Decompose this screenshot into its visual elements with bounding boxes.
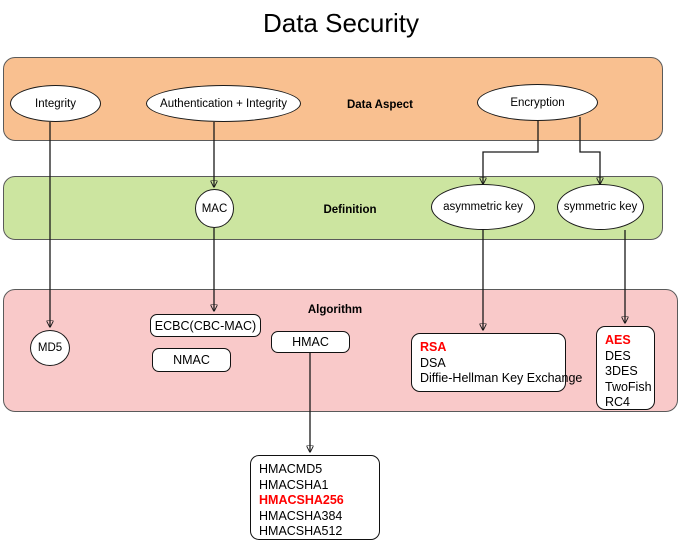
node-integrity[interactable]: Integrity: [10, 85, 101, 122]
node-ecbc[interactable]: ECBC(CBC-MAC): [150, 314, 261, 337]
node-nmac-label: NMAC: [173, 353, 210, 367]
node-symmetric-key-label: symmetric key: [563, 201, 638, 213]
edge-encryption-symmetric: [579, 117, 600, 184]
node-authentication-integrity[interactable]: Authentication + Integrity: [146, 85, 301, 122]
hmac-variant-item: HMACSHA384: [259, 508, 343, 523]
node-asymmetric-key[interactable]: asymmetric key: [431, 184, 535, 230]
hmac-variant-item: HMACMD5: [259, 462, 323, 476]
hmac-variant-item: HMACSHA1: [259, 477, 329, 492]
symmetric-algorithm-item: AES: [605, 333, 631, 347]
asymmetric-algorithm-item: RSA: [420, 340, 447, 354]
node-hmac-label: HMAC: [292, 335, 329, 349]
hmac-variants-box[interactable]: HMACMD5 HMACSHA1 HMACSHA256 HMACSHA384 HMACS…: [250, 455, 380, 540]
node-encryption[interactable]: Encryption: [477, 84, 598, 121]
node-authentication-integrity-label: Authentication + Integrity: [160, 97, 287, 110]
asymmetric-algorithm-item: Diffie-Hellman Key Exchange: [420, 371, 583, 385]
node-symmetric-key[interactable]: symmetric key: [557, 184, 644, 230]
symmetric-algorithm-item: TwoFish: [605, 379, 652, 394]
symmetric-algorithm-item: RC4: [605, 395, 631, 409]
node-md5[interactable]: MD5: [30, 330, 70, 366]
node-mac-label: MAC: [201, 202, 228, 215]
symmetric-algorithm-item: DES: [605, 348, 631, 363]
node-hmac[interactable]: HMAC: [271, 331, 350, 353]
node-mac[interactable]: MAC: [195, 189, 234, 228]
edge-encryption-asymmetric: [483, 119, 539, 184]
node-ecbc-label: ECBC(CBC-MAC): [154, 318, 257, 333]
node-asymmetric-key-label: asymmetric key: [443, 201, 523, 213]
node-nmac[interactable]: NMAC: [152, 348, 231, 372]
hmac-variant-item: HMACSHA512: [259, 524, 343, 538]
asymmetric-algorithm-item: DSA: [420, 355, 446, 370]
asymmetric-algorithms-box[interactable]: RSA DSA Diffie-Hellman Key Exchange: [411, 333, 583, 392]
node-md5-label: MD5: [37, 342, 63, 354]
symmetric-algorithm-item: 3DES: [605, 364, 638, 378]
hmac-variant-item: HMACSHA256: [259, 493, 344, 507]
symmetric-algorithms-box[interactable]: AES DES 3DES TwoFish RC4: [596, 326, 655, 410]
node-integrity-label: Integrity: [35, 97, 76, 110]
node-encryption-label: Encryption: [510, 96, 565, 109]
